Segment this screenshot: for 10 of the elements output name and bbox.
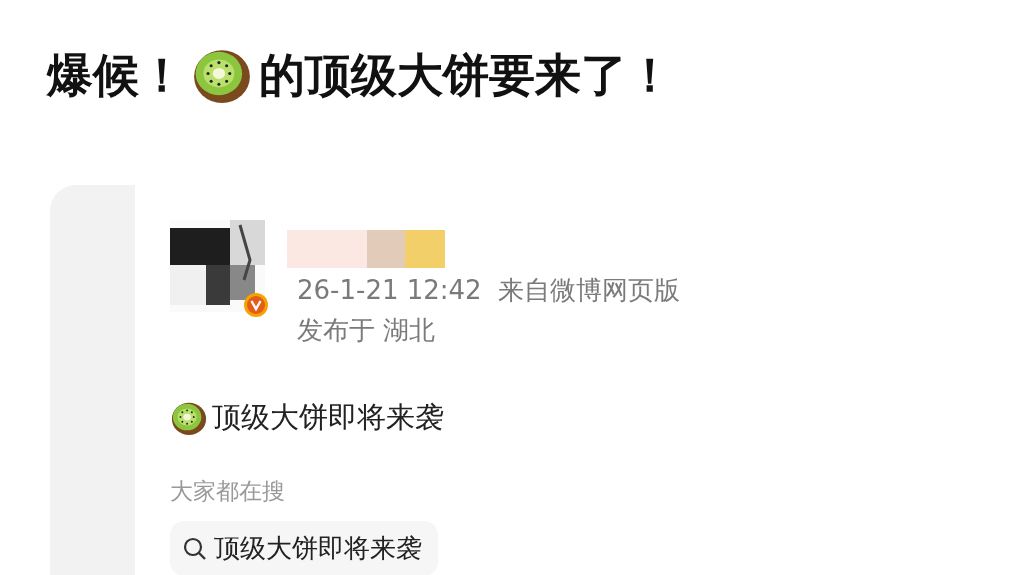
trending-heading: 大家都在搜 [170,477,286,506]
post-text: 顶级大饼即将来袭 [212,399,444,436]
search-icon [182,535,208,562]
headline-text: 的顶级大饼要来了！ [259,47,673,104]
post-source: 来自微博网页版 [498,275,681,305]
location-label: 发布于 [297,315,375,345]
headline-text: 爆候！ [47,47,185,104]
post-location: 湖北 [383,315,436,345]
search-suggestion[interactable]: 顶级大饼即将来袭 [170,521,438,575]
post-timestamp: 26-1-21 12:42 [297,275,482,305]
